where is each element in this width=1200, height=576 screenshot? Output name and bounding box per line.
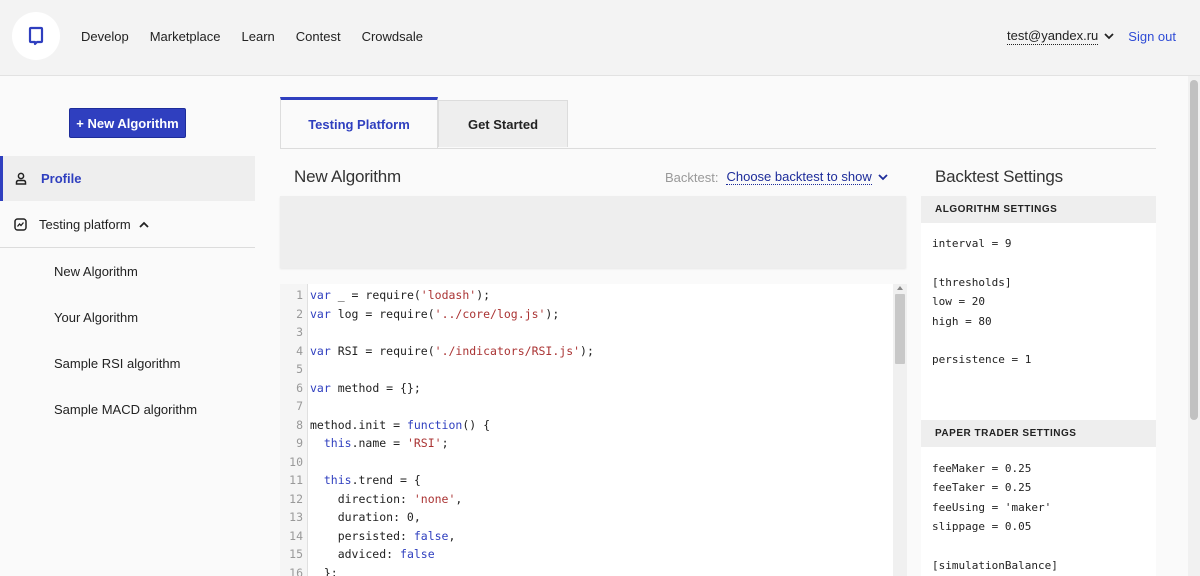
tab-get-started[interactable]: Get Started	[438, 100, 568, 147]
code-text: var method = {};	[310, 380, 421, 395]
paper-trader-settings-header: PAPER TRADER SETTINGS	[921, 420, 1156, 447]
sidebar-subitem-new-algorithm[interactable]: New Algorithm	[54, 264, 138, 279]
chevron-up-icon[interactable]	[139, 221, 149, 228]
algorithm-setting-line: low = 20	[932, 295, 985, 309]
line-number: 2	[296, 306, 303, 321]
paper-trader-setting-line: feeMaker = 0.25	[932, 462, 1032, 475]
line-number: 9	[296, 436, 303, 450]
line-number: 11	[289, 473, 303, 487]
line-number: 5	[296, 362, 303, 376]
paper-trader-setting-line: feeUsing = 'maker'	[932, 500, 1052, 514]
algorithm-settings-header: ALGORITHM SETTINGS	[921, 196, 1156, 223]
line-number: 8	[296, 417, 303, 432]
code-text: };	[310, 565, 338, 576]
code-text: var _ = require('lodash');	[310, 288, 491, 302]
code-text: var RSI = require('./indicators/RSI.js')…	[310, 343, 594, 358]
scroll-up-arrow-icon[interactable]	[896, 284, 904, 292]
main-nav: Develop Marketplace Learn Contest Crowds…	[81, 0, 444, 72]
backtest-dropdown[interactable]: Choose backtest to show	[726, 169, 872, 185]
sign-out-link[interactable]: Sign out	[1128, 29, 1176, 44]
editor-scrollbar[interactable]	[893, 284, 907, 576]
code-text: direction: 'none',	[310, 491, 463, 506]
nav-contest[interactable]: Contest	[296, 29, 341, 44]
paper-trader-setting-line: feeTaker = 0.25	[932, 481, 1032, 495]
line-number: 4	[296, 343, 303, 358]
nav-crowdsale[interactable]: Crowdsale	[362, 29, 423, 44]
tab-testing-platform[interactable]: Testing Platform	[280, 97, 438, 149]
algorithm-setting-line: interval = 9	[932, 237, 1012, 250]
line-number: 7	[296, 399, 303, 413]
nav-develop[interactable]: Develop	[81, 29, 129, 44]
top-header: Develop Marketplace Learn Contest Crowds…	[0, 0, 1200, 76]
line-number: 16	[289, 565, 303, 576]
code-text: persisted: false,	[310, 528, 456, 543]
backtest-selector[interactable]: Backtest: Choose backtest to show	[665, 169, 888, 185]
line-number: 6	[296, 380, 303, 395]
sidebar-subitem-sample-macd[interactable]: Sample MACD algorithm	[54, 402, 197, 417]
logo[interactable]	[12, 12, 60, 60]
backtest-label: Backtest:	[665, 169, 719, 185]
algorithm-setting-line: persistence = 1	[932, 353, 1032, 367]
paper-trader-setting-line: slippage = 0.05	[932, 520, 1032, 534]
account-email[interactable]: test@yandex.ru	[1007, 28, 1099, 45]
line-number: 15	[289, 547, 303, 561]
nav-learn[interactable]: Learn	[242, 29, 275, 44]
backtest-settings-panel: ALGORITHM SETTINGS interval = 9 [threshol…	[921, 196, 1156, 576]
tab-divider	[280, 148, 1156, 149]
code-text: this.name = 'RSI';	[323, 436, 449, 450]
code-text: adviced: false	[310, 547, 435, 561]
algorithm-setting-line: high = 80	[932, 314, 992, 328]
line-number: 10	[289, 454, 303, 469]
new-algorithm-button[interactable]: + New Algorithm	[69, 108, 186, 138]
line-number: 3	[296, 325, 303, 339]
sidebar-item-label: Testing platform	[39, 216, 131, 232]
code-text: duration: 0,	[310, 510, 421, 524]
code-text: var log = require('../core/log.js');	[310, 306, 560, 321]
line-number: 13	[289, 510, 303, 524]
sidebar: + New Algorithm Profile Testing platform…	[0, 77, 255, 576]
sidebar-item-label: Profile	[41, 171, 82, 186]
account-area: test@yandex.ru Sign out	[1007, 0, 1176, 72]
code-editor[interactable]: 1 var _ = require('lodash'); 2 var log = re…	[280, 284, 907, 576]
algorithm-setting-line: [thresholds]	[932, 275, 1012, 289]
chevron-down-icon[interactable]	[878, 173, 888, 181]
code-text: method.init = function() {	[310, 417, 491, 432]
paper-trader-setting-line: [simulationBalance]	[932, 559, 1058, 572]
logo-icon	[28, 26, 44, 46]
editor-scroll-thumb[interactable]	[895, 294, 905, 364]
page-scroll-thumb[interactable]	[1190, 80, 1198, 420]
user-icon	[15, 172, 27, 185]
sidebar-subitem-sample-rsi[interactable]: Sample RSI algorithm	[54, 356, 180, 371]
chevron-down-icon[interactable]	[1104, 32, 1114, 40]
line-number: 14	[289, 528, 303, 543]
chart-icon	[14, 217, 27, 231]
backtest-results-panel	[280, 196, 906, 268]
line-number: 12	[289, 491, 303, 506]
nav-marketplace[interactable]: Marketplace	[150, 29, 221, 44]
sidebar-item-profile[interactable]: Profile	[0, 156, 255, 201]
line-number: 1	[296, 288, 303, 302]
code-text: this.trend = {	[323, 473, 421, 487]
settings-title: Backtest Settings	[935, 167, 1063, 186]
sidebar-subitem-your-algorithm[interactable]: Your Algorithm	[54, 310, 138, 325]
sidebar-item-testing-platform[interactable]: Testing platform	[0, 201, 255, 248]
editor-title: New Algorithm	[294, 167, 401, 186]
